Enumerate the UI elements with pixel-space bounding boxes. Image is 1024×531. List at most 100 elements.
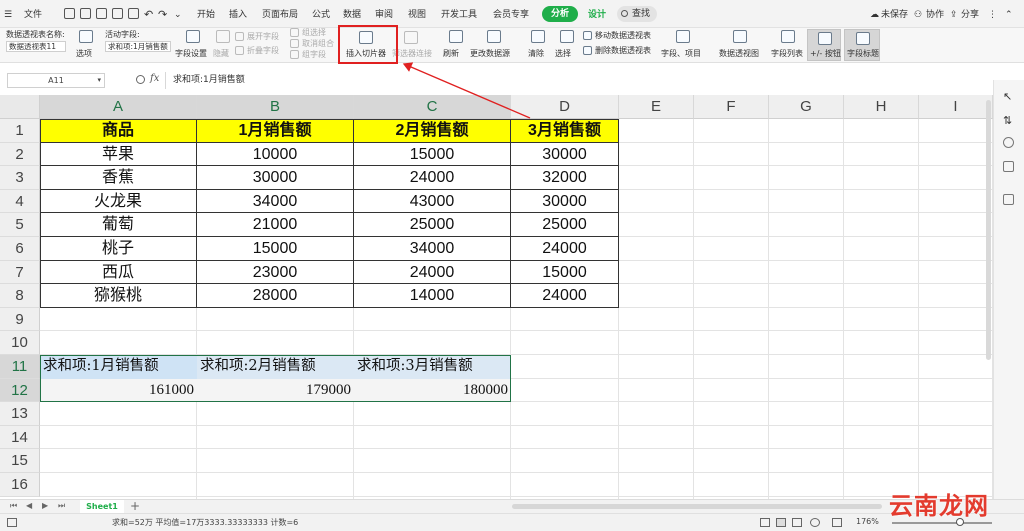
expand-field-button[interactable]: 展开字段 (247, 31, 279, 42)
row-header-11[interactable]: 11 (0, 355, 40, 379)
row-header-9[interactable]: 9 (0, 307, 40, 332)
column-header-d[interactable]: D (511, 95, 619, 119)
prev-sheet-icon[interactable]: ◀ (26, 501, 32, 510)
more-icon[interactable]: ⋮ (988, 8, 997, 22)
first-sheet-icon[interactable]: ⏮ (10, 501, 17, 511)
share-doc-icon[interactable] (1003, 194, 1014, 205)
sheet-tab[interactable]: Sheet1 (80, 500, 124, 513)
row-header-3[interactable]: 3 (0, 166, 40, 190)
page-layout-view-icon[interactable] (776, 518, 786, 527)
pivot-header-cell[interactable]: 求和项:3月销售额 (354, 355, 511, 379)
group-field-button[interactable]: 组字段 (302, 49, 326, 60)
help-icon[interactable] (1003, 137, 1014, 148)
adjust-icon[interactable]: ⇅ (1003, 114, 1014, 127)
formula-input[interactable]: 求和项:1月销售额 (165, 72, 964, 89)
tab-design[interactable]: 设计 (588, 8, 606, 22)
filter-connect-button[interactable]: 筛选器连接 (392, 48, 432, 59)
collapse-field-button[interactable]: 折叠字段 (247, 45, 279, 56)
row-header-14[interactable]: 14 (0, 425, 40, 450)
tab-page-layout[interactable]: 页面布局 (262, 8, 298, 22)
zoom-formula-icon[interactable] (136, 75, 145, 84)
delete-pivot-button[interactable]: 删除数据透视表 (595, 45, 651, 56)
spreadsheet-grid[interactable]: ABCDEFGHI 1 2 3 4 5 6 7 8 9 10 11 12 13 14 15 16 商品 1月销售… (0, 95, 993, 499)
row-header-2[interactable]: 2 (0, 142, 40, 167)
tab-developer[interactable]: 开发工具 (441, 8, 477, 22)
tab-home[interactable]: 开始 (197, 8, 215, 22)
row-header-5[interactable]: 5 (0, 213, 40, 237)
redo-icon[interactable]: ↷ (158, 8, 167, 22)
row-header-6[interactable]: 6 (0, 237, 40, 261)
print-icon[interactable] (112, 8, 123, 19)
row-header-13[interactable]: 13 (0, 402, 40, 426)
collapse-ribbon-icon[interactable]: ⌃ (1005, 8, 1013, 22)
hide-button[interactable]: 隐藏 (213, 48, 229, 59)
horizontal-scrollbar[interactable] (512, 504, 882, 509)
print-preview-icon[interactable] (128, 8, 139, 19)
active-field-input[interactable]: 求和项:1月销售额 (105, 41, 171, 52)
column-header-h[interactable]: H (844, 95, 919, 119)
pivot-value-cell[interactable]: 161000 (40, 378, 197, 403)
tab-review[interactable]: 审阅 (375, 8, 393, 22)
refresh-button[interactable]: 刷新 (443, 48, 459, 59)
row-header-16[interactable]: 16 (0, 473, 40, 497)
column-header-i[interactable]: I (919, 95, 993, 119)
tab-data[interactable]: 数据 (343, 8, 361, 22)
row-header-1[interactable]: 1 (0, 119, 40, 143)
cancel-group-button[interactable]: 取消组合 (302, 38, 334, 49)
tab-member[interactable]: 会员专享 (493, 8, 529, 22)
group-select-button[interactable]: 组选择 (302, 27, 326, 38)
row-header-10[interactable]: 10 (0, 331, 40, 355)
row-header-4[interactable]: 4 (0, 189, 40, 214)
save-icon[interactable] (80, 8, 91, 19)
tools-icon[interactable] (1003, 161, 1014, 172)
name-box[interactable]: A11 ▾ (7, 73, 105, 88)
field-list-button[interactable]: 字段列表 (771, 48, 803, 59)
add-sheet-button[interactable]: + (130, 499, 140, 513)
column-header-e[interactable]: E (619, 95, 694, 119)
normal-view-icon[interactable] (760, 518, 770, 527)
zoom-slider[interactable] (892, 522, 992, 524)
plus-minus-toggle[interactable]: +/- 按钮 (807, 29, 841, 61)
cursor-icon[interactable]: ↖ (1003, 90, 1014, 103)
column-header-a[interactable]: A (40, 95, 197, 119)
function-icon[interactable]: fx (150, 73, 159, 84)
chevron-down-icon[interactable]: ⌄ (174, 8, 182, 22)
tab-formulas[interactable]: 公式 (312, 8, 330, 22)
unsaved-status[interactable]: 未保存 (881, 8, 908, 22)
file-menu[interactable]: 文件 (24, 8, 42, 22)
zoom-level[interactable]: 176% (856, 517, 879, 526)
pivot-header-cell[interactable]: 求和项:1月销售额 (40, 355, 197, 379)
export-icon[interactable] (96, 8, 107, 19)
select-button[interactable]: 选择 (555, 48, 571, 59)
undo-icon[interactable]: ↶ (144, 8, 153, 22)
page-break-view-icon[interactable] (792, 518, 802, 527)
pivot-header-cell[interactable]: 求和项:2月销售额 (197, 355, 354, 379)
pivot-chart-button[interactable]: 数据透视图 (719, 48, 759, 59)
move-pivot-button[interactable]: 移动数据透视表 (595, 30, 651, 41)
collab-button[interactable]: 协作 (926, 8, 944, 22)
pivot-value-cell[interactable]: 179000 (197, 378, 354, 403)
tab-view[interactable]: 视图 (408, 8, 426, 22)
chevron-down-icon[interactable]: ▾ (97, 74, 101, 87)
share-button[interactable]: 分享 (961, 8, 979, 22)
field-headers-toggle[interactable]: 字段标题 (844, 29, 880, 61)
new-file-icon[interactable] (64, 8, 75, 19)
macro-icon[interactable] (7, 518, 17, 527)
row-header-12[interactable]: 12 (0, 378, 40, 403)
next-sheet-icon[interactable]: ▶ (42, 501, 48, 510)
hamburger-menu-icon[interactable]: ☰ (4, 8, 12, 22)
row-header-8[interactable]: 8 (0, 284, 40, 308)
fields-items-button[interactable]: 字段、项目 (661, 48, 701, 59)
fullscreen-icon[interactable] (832, 518, 842, 527)
vertical-scrollbar[interactable] (986, 100, 991, 360)
row-header-15[interactable]: 15 (0, 449, 40, 473)
pivot-name-input[interactable]: 数据透视表11 (6, 41, 66, 52)
field-settings-button[interactable]: 字段设置 (175, 48, 207, 59)
pivot-value-cell[interactable]: 180000 (354, 378, 511, 403)
reading-mode-icon[interactable] (810, 518, 820, 527)
column-header-g[interactable]: G (769, 95, 844, 119)
select-all-corner[interactable] (0, 95, 40, 119)
change-source-button[interactable]: 更改数据源 (470, 48, 510, 59)
clear-button[interactable]: 清除 (528, 48, 544, 59)
tab-analyze[interactable]: 分析 (542, 6, 579, 22)
